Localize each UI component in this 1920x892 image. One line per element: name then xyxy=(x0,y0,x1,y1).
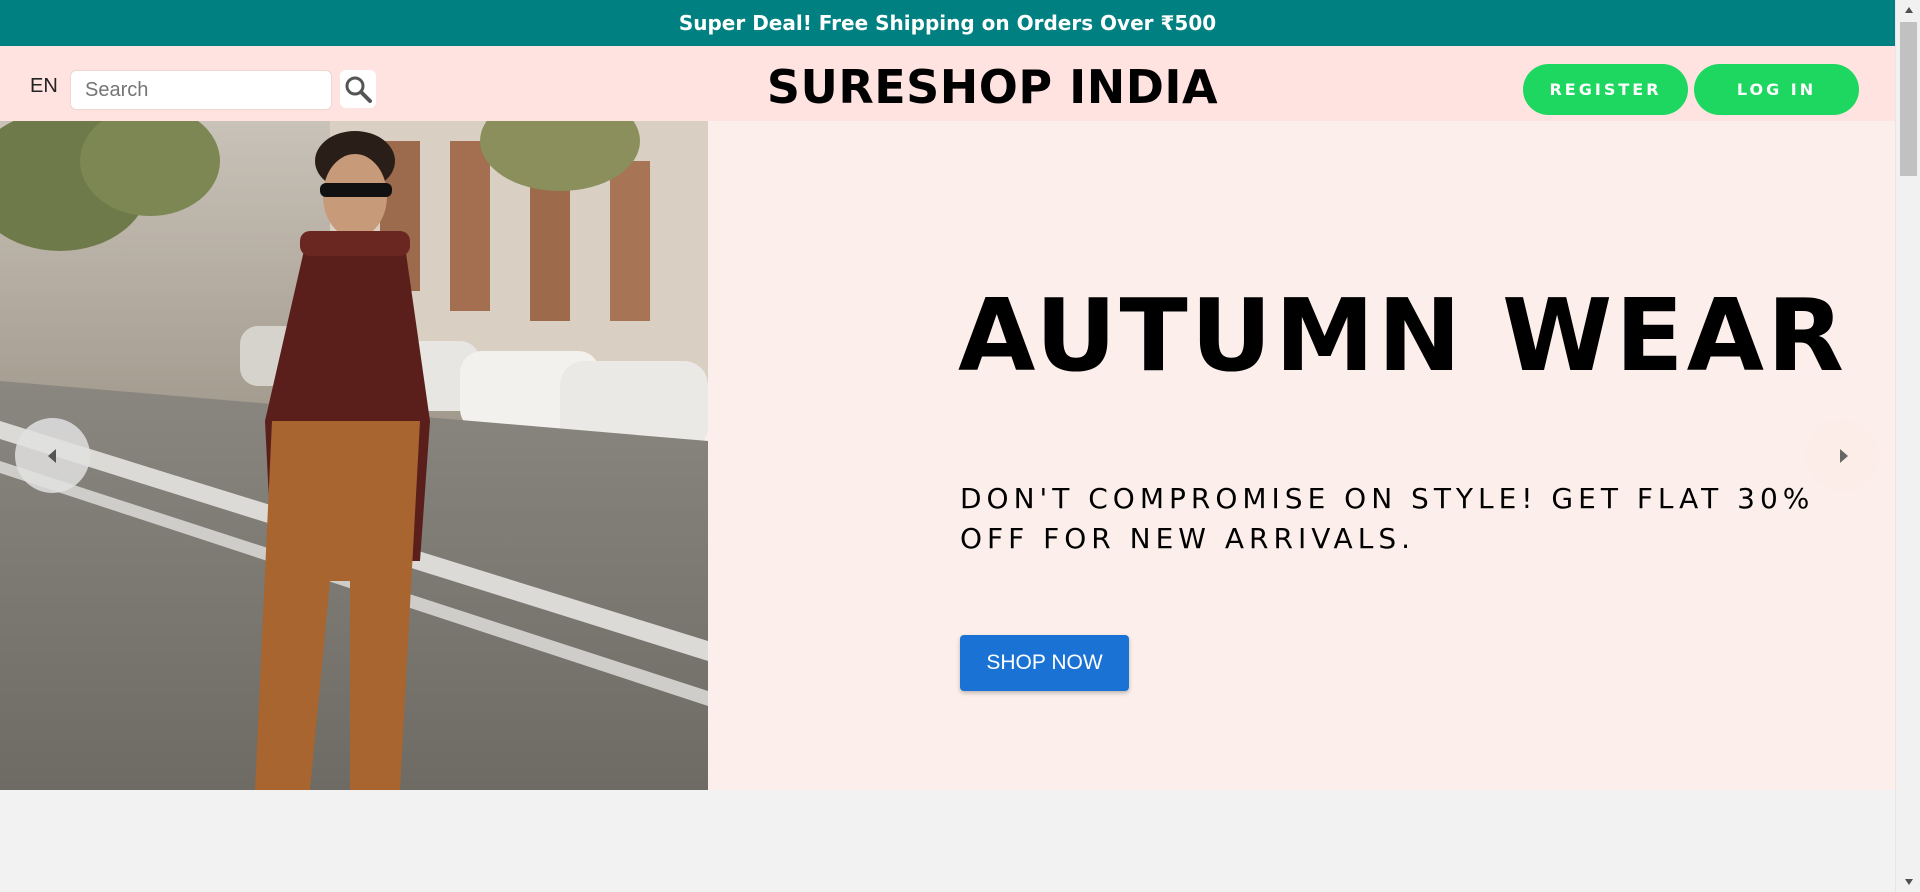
hero-image xyxy=(0,121,708,790)
hero-slider: AUTUMN WEAR DON'T COMPROMISE ON STYLE! G… xyxy=(0,121,1895,790)
hero-title: AUTUMN WEAR xyxy=(958,277,1847,394)
slider-prev-button[interactable] xyxy=(15,418,90,493)
scroll-down-arrow-icon[interactable] xyxy=(1896,872,1920,892)
announcement-bar: Super Deal! Free Shipping on Orders Over… xyxy=(0,0,1895,46)
login-button[interactable]: LOG IN xyxy=(1694,64,1859,115)
slider-next-button[interactable] xyxy=(1805,418,1880,493)
announcement-text: Super Deal! Free Shipping on Orders Over… xyxy=(678,11,1217,35)
hero-description: DON'T COMPROMISE ON STYLE! GET FLAT 30% … xyxy=(960,482,1815,555)
caret-left-icon xyxy=(47,448,56,463)
navbar: EN SURESHOP INDIA REGISTER LOG IN xyxy=(0,46,1895,121)
scroll-up-arrow-icon[interactable] xyxy=(1896,0,1920,20)
shop-now-button[interactable]: SHOP NOW xyxy=(960,635,1129,691)
register-button[interactable]: REGISTER xyxy=(1523,64,1688,115)
caret-right-icon xyxy=(1839,448,1848,463)
vertical-scrollbar[interactable] xyxy=(1895,0,1920,892)
content-section xyxy=(0,790,1895,892)
page: Super Deal! Free Shipping on Orders Over… xyxy=(0,0,1895,892)
scrollbar-thumb[interactable] xyxy=(1900,22,1917,176)
